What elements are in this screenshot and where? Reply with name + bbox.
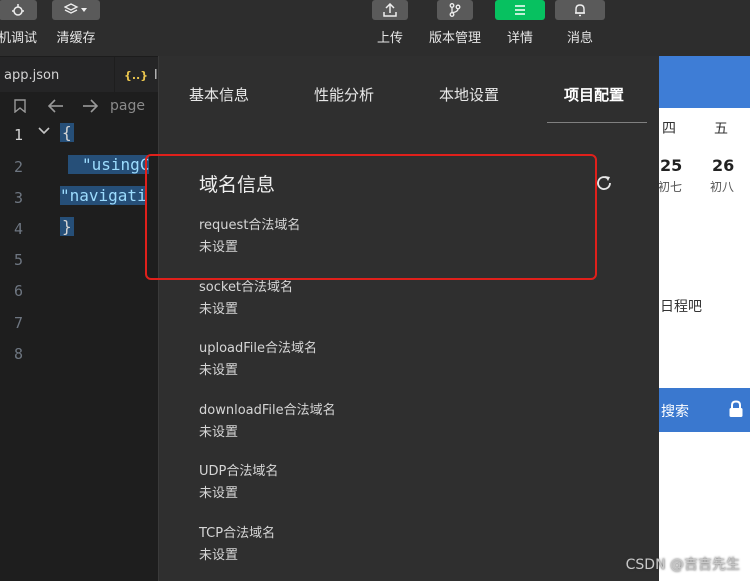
json-file-icon: {..}	[124, 68, 149, 82]
back-arrow-icon[interactable]	[48, 99, 64, 113]
line-number: 4	[14, 220, 24, 238]
domain-item-name: UDP合法域名	[199, 464, 279, 479]
upload-icon	[372, 0, 408, 20]
code-line: {	[60, 123, 74, 142]
branch-icon	[437, 0, 473, 20]
code-editor[interactable]: 1 2 3 4 5 6 7 8 { "usingC "navigati }	[0, 120, 158, 581]
calendar-day[interactable]: 25	[660, 156, 682, 175]
tab-label: app.json	[4, 67, 60, 83]
code-line: }	[60, 217, 74, 236]
tab-page-json[interactable]: {..} l	[124, 57, 158, 93]
tab-project-config[interactable]: 项目配置	[564, 84, 624, 105]
watermark: CSDN @吉吉先生	[625, 557, 740, 573]
tab-app-json[interactable]: app.json	[0, 57, 115, 93]
bug-icon	[0, 0, 37, 20]
bell-icon	[555, 0, 605, 20]
lock-icon[interactable]	[728, 400, 744, 418]
details-panel: 基本信息 性能分析 本地设置 项目配置 域名信息 request合法域名 未设置…	[145, 56, 659, 581]
domain-item-value: 未设置	[199, 486, 239, 501]
details-button[interactable]: 详情	[494, 0, 546, 46]
line-number: 3	[14, 189, 24, 207]
domain-item-value: 未设置	[199, 302, 239, 317]
top-toolbar: 机调试 清缓存 上传 版本管理 详情 消息	[0, 0, 750, 56]
upload-button[interactable]: 上传	[364, 0, 416, 46]
domain-item-value: 未设置	[199, 548, 239, 563]
line-number: 8	[14, 345, 24, 363]
menu-icon	[495, 0, 545, 20]
schedule-hint: 日程吧	[660, 299, 702, 315]
tab-performance[interactable]: 性能分析	[314, 84, 374, 105]
weekday-label: 四	[662, 121, 676, 137]
code-line: "navigati	[60, 186, 147, 205]
simulator-preview: 四 五 25 26 初七 初八 日程吧 搜索	[658, 0, 750, 581]
tab-basic-info[interactable]: 基本信息	[189, 84, 249, 105]
version-manage-label: 版本管理	[428, 31, 481, 46]
layers-icon	[52, 0, 100, 20]
highlight-annotation-box	[145, 154, 597, 280]
domain-item-name: downloadFile合法域名	[199, 403, 336, 418]
bookmark-icon[interactable]	[14, 99, 26, 113]
domain-item-name: TCP合法域名	[199, 526, 276, 541]
line-number: 6	[14, 282, 24, 300]
clear-cache-label: 清缓存	[56, 31, 96, 46]
search-bar[interactable]: 搜索	[658, 388, 750, 432]
domain-item-value: 未设置	[199, 363, 239, 378]
messages-label: 消息	[566, 31, 593, 46]
details-label: 详情	[506, 31, 533, 46]
domain-item-name: uploadFile合法域名	[199, 341, 318, 356]
clear-cache-button[interactable]: 清缓存	[52, 0, 100, 46]
search-label: 搜索	[661, 404, 689, 420]
line-number: 1	[14, 126, 24, 144]
calendar-day[interactable]: 26	[712, 156, 734, 175]
active-tab-indicator	[547, 122, 647, 123]
forward-arrow-icon[interactable]	[82, 99, 98, 113]
calendar-card: 四 五 25 26 初七 初八 日程吧	[658, 108, 750, 388]
lunar-date: 初八	[710, 180, 735, 194]
upload-label: 上传	[376, 31, 403, 46]
line-number: 2	[14, 158, 24, 176]
breadcrumb-path[interactable]: page	[110, 98, 145, 114]
line-number: 7	[14, 314, 24, 332]
version-manage-button[interactable]: 版本管理	[424, 0, 486, 46]
domain-item-value: 未设置	[199, 425, 239, 440]
fold-chevron-icon[interactable]	[38, 126, 50, 136]
breadcrumb: page	[0, 92, 158, 120]
refresh-icon[interactable]	[595, 174, 613, 192]
remote-debug-button[interactable]: 机调试	[0, 0, 37, 46]
tab-local-settings[interactable]: 本地设置	[439, 84, 499, 105]
line-number: 5	[14, 251, 24, 269]
weekday-label: 五	[714, 121, 728, 137]
lunar-date: 初七	[658, 180, 683, 194]
remote-debug-label: 机调试	[0, 31, 38, 46]
code-line: "usingC	[68, 155, 150, 174]
messages-button[interactable]: 消息	[554, 0, 606, 46]
